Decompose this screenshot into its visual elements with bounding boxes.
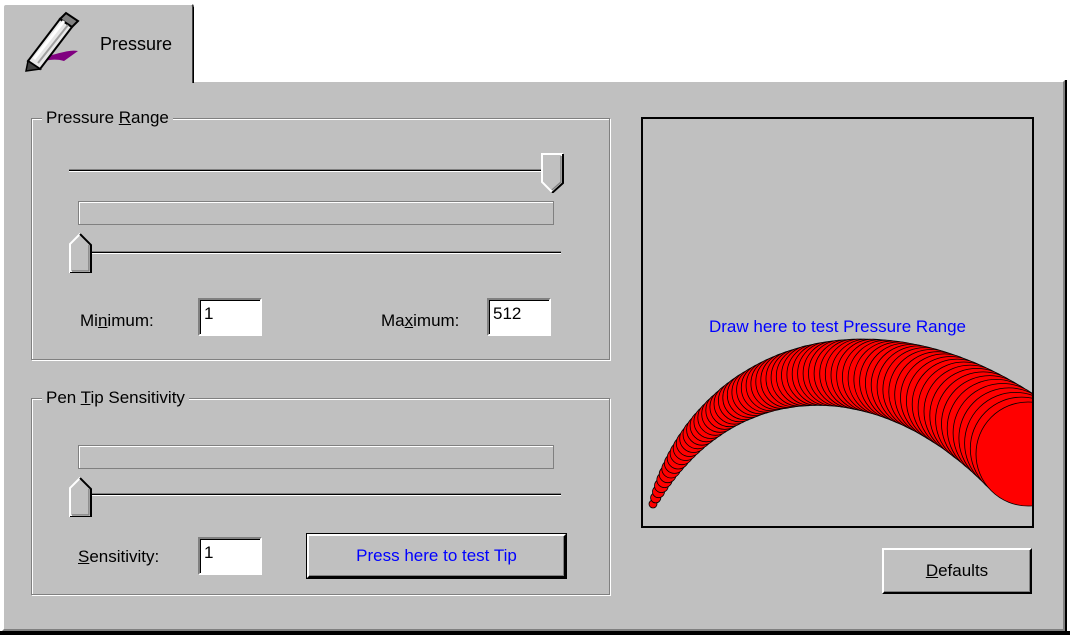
minimum-slider-track[interactable] [69,251,561,254]
pressure-range-title: Pressure Range [42,107,173,129]
tab-pressure[interactable]: Pressure [2,3,194,83]
pressure-test-stroke [648,338,1032,509]
defaults-button[interactable]: Defaults [882,548,1032,594]
pressure-range-bar [78,201,554,225]
maximum-field[interactable]: 512 [487,298,551,336]
maximum-slider-thumb[interactable] [541,153,565,193]
sensitivity-slider-thumb[interactable] [69,477,93,517]
pen-icon [25,11,80,72]
sensitivity-bar [78,445,554,469]
sensitivity-label: Sensitivity: [78,547,160,566]
test-tip-button[interactable]: Press here to test Tip [306,533,567,579]
sensitivity-field[interactable]: 1 [198,537,262,575]
panel-shadow [0,631,1070,635]
maximum-slider-track[interactable] [69,169,561,172]
minimum-field[interactable]: 1 [198,298,262,336]
pressure-draw-area[interactable]: Draw here to test Pressure Range [641,117,1034,528]
tab-label: Pressure [100,34,173,54]
sensitivity-slider-track[interactable] [69,493,561,496]
tip-sensitivity-title: Pen Tip Sensitivity [42,387,189,409]
minimum-slider-thumb[interactable] [69,233,93,273]
maximum-label: Maximum: [381,311,460,330]
minimum-label: Minimum: [80,311,154,330]
